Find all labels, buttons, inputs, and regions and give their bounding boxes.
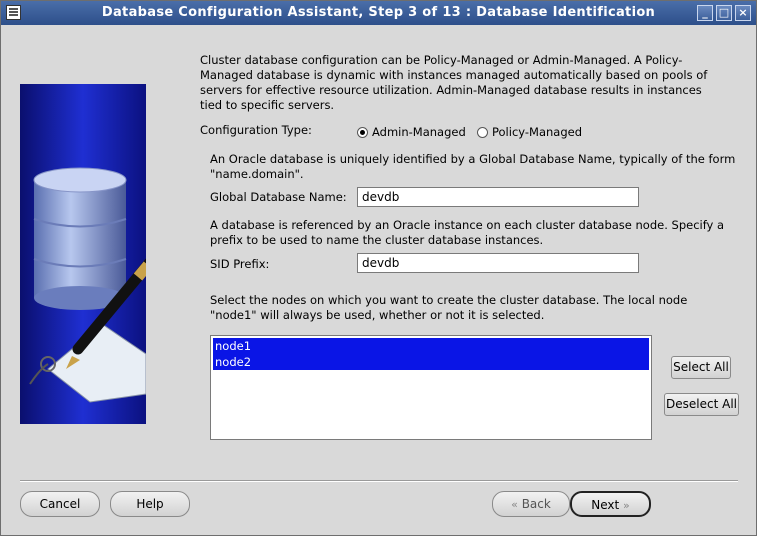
cancel-button[interactable]: Cancel <box>20 491 100 517</box>
intro-text: Cluster database configuration can be Po… <box>200 53 708 112</box>
sid-prefix-input[interactable]: devdb <box>357 253 639 273</box>
node-list-item[interactable]: node2 <box>213 354 649 370</box>
global-db-description: An Oracle database is uniquely identifie… <box>210 152 736 181</box>
chevron-right-icon: » <box>623 499 630 512</box>
sid-description: A database is referenced by an Oracle in… <box>210 218 725 247</box>
global-db-name-label: Global Database Name: <box>210 190 347 204</box>
global-db-name-input[interactable]: devdb <box>357 187 639 207</box>
policy-managed-label: Policy-Managed <box>492 125 583 139</box>
dbca-window: Database Configuration Assistant, Step 3… <box>0 0 757 536</box>
policy-managed-radio[interactable]: Policy-Managed <box>477 125 582 139</box>
node-list[interactable]: node1 node2 <box>210 335 652 440</box>
admin-managed-label: Admin-Managed <box>372 125 466 139</box>
close-button[interactable]: × <box>735 5 751 21</box>
nodes-description: Select the nodes on which you want to cr… <box>210 293 688 322</box>
sid-prefix-label: SID Prefix: <box>210 257 270 271</box>
select-all-button[interactable]: Select All <box>671 356 731 379</box>
node-list-item[interactable]: node1 <box>213 338 649 354</box>
maximize-button[interactable]: □ <box>716 5 732 21</box>
database-cylinder-icon <box>33 167 127 310</box>
next-button[interactable]: Next » <box>570 491 651 517</box>
chevron-left-icon: « <box>511 498 518 511</box>
window-title: Database Configuration Assistant, Step 3… <box>101 5 656 20</box>
back-button[interactable]: « Back <box>492 491 570 517</box>
radio-selected-icon <box>357 126 368 138</box>
deselect-all-button[interactable]: Deselect All <box>664 393 739 416</box>
wizard-illustration <box>20 84 146 424</box>
footer-divider <box>20 480 738 482</box>
database-pen-illustration <box>29 167 146 403</box>
minimize-button[interactable]: _ <box>697 5 713 21</box>
help-button[interactable]: Help <box>110 491 190 517</box>
configuration-type-label: Configuration Type: <box>200 123 312 137</box>
title-bar[interactable]: Database Configuration Assistant, Step 3… <box>1 1 756 25</box>
radio-unselected-icon <box>477 126 488 138</box>
admin-managed-radio[interactable]: Admin-Managed <box>357 125 466 139</box>
back-button-label: Back <box>521 497 551 511</box>
next-button-label: Next <box>591 498 620 512</box>
